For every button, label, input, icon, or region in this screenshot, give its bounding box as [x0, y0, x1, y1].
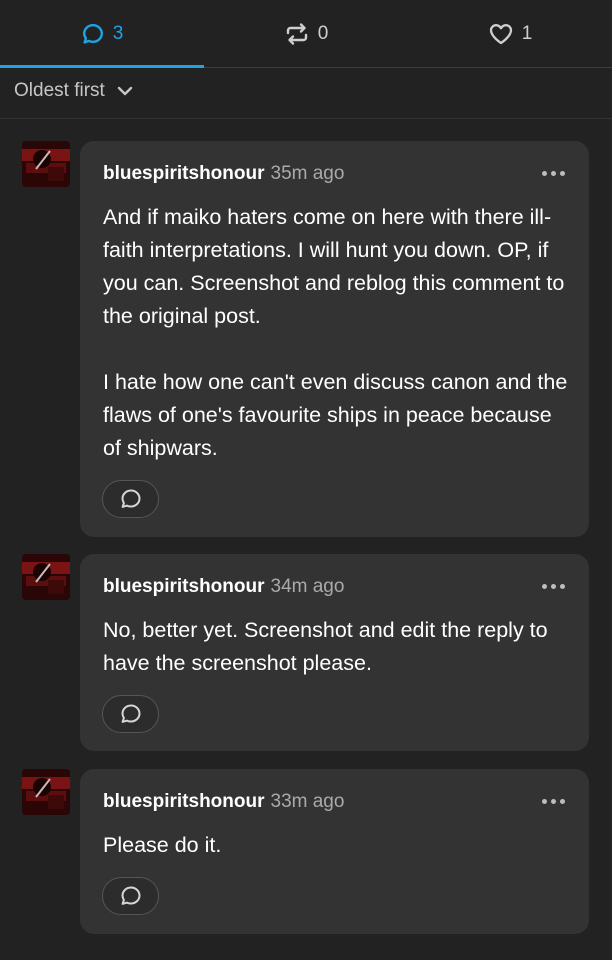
reblogs-count: 0	[317, 22, 329, 44]
chat-bubble-icon	[82, 23, 103, 44]
more-options-icon[interactable]	[542, 171, 565, 176]
reply-button[interactable]	[102, 877, 159, 915]
avatar[interactable]	[22, 769, 70, 815]
chevron-down-icon	[117, 86, 133, 96]
reply-icon	[121, 886, 140, 905]
comment-paragraph: And if maiko haters come on here with th…	[103, 205, 565, 328]
divider	[0, 118, 612, 119]
comment-bubble: bluespiritshonour 35m ago And if maiko ha…	[80, 141, 589, 537]
username[interactable]: bluespiritshonour	[103, 576, 265, 597]
comment-paragraph: I hate how one can't even discuss canon …	[103, 370, 568, 460]
sort-label: Oldest first	[14, 80, 105, 101]
timestamp: 34m ago	[270, 576, 345, 597]
comment-body: No, better yet. Screenshot and edit the …	[103, 614, 573, 680]
comment-body: Please do it.	[103, 829, 573, 862]
tab-reblogs[interactable]: 0	[204, 0, 408, 67]
more-options-icon[interactable]	[542, 584, 565, 589]
replies-count: 3	[112, 22, 124, 44]
comment-meta: bluespiritshonour 34m ago	[103, 576, 344, 598]
heart-icon	[489, 23, 512, 44]
reblog-icon	[286, 22, 307, 45]
reply-icon	[121, 489, 140, 508]
more-options-icon[interactable]	[542, 799, 565, 804]
comment-meta: bluespiritshonour 33m ago	[103, 791, 344, 813]
comment-paragraph: No, better yet. Screenshot and edit the …	[103, 618, 548, 675]
reply-icon	[121, 704, 140, 723]
activity-tabs: 3 0 1	[0, 0, 612, 68]
username[interactable]: bluespiritshonour	[103, 163, 265, 184]
comment-bubble: bluespiritshonour 34m ago No, better yet.…	[80, 554, 589, 751]
tab-likes[interactable]: 1	[408, 0, 612, 67]
comment-meta: bluespiritshonour 35m ago	[103, 163, 344, 185]
reply-button[interactable]	[102, 695, 159, 733]
comment-paragraph: Please do it.	[103, 833, 222, 857]
comment-body: And if maiko haters come on here with th…	[103, 201, 573, 465]
comment-bubble: bluespiritshonour 33m ago Please do it.	[80, 769, 589, 934]
reply-button[interactable]	[102, 480, 159, 518]
timestamp: 35m ago	[270, 163, 345, 184]
tab-replies[interactable]: 3	[0, 0, 204, 68]
timestamp: 33m ago	[270, 791, 345, 812]
sort-dropdown[interactable]: Oldest first	[14, 78, 133, 104]
active-tab-indicator	[0, 65, 204, 68]
avatar[interactable]	[22, 554, 70, 600]
username[interactable]: bluespiritshonour	[103, 791, 265, 812]
likes-count: 1	[521, 22, 533, 44]
avatar[interactable]	[22, 141, 70, 187]
